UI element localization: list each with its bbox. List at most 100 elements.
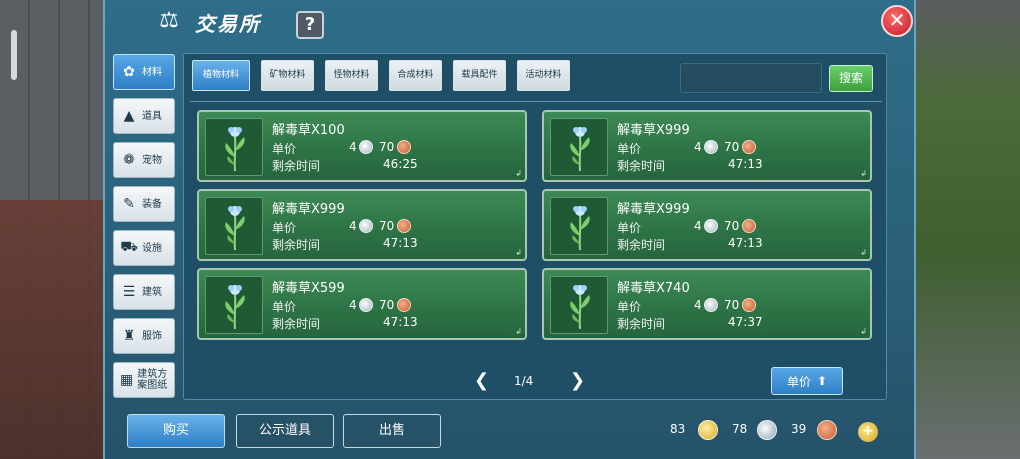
unit-price-label: 单价 [617,300,642,314]
corner-mark-icon: ↲ [860,169,867,178]
listing-card[interactable]: 解毒草X999 单价 4 70 剩余时间 47:13 ↲ [542,110,872,182]
silver-price: 4 [349,298,357,312]
herb-icon [205,197,263,255]
remaining-time: 47:13 [383,315,418,329]
subcategory-tabs: 植物材料 矿物材料 怪物材料 合成材料 载具配件 活动材料 [192,60,570,91]
copper-price: 70 [379,219,395,233]
tab-5[interactable]: 活动材料 [517,60,570,91]
sidebar-item-2[interactable]: ❁ 宠物 [113,142,175,178]
public-items-button[interactable]: 公示道具 [236,414,334,448]
listing-card[interactable]: 解毒草X999 单价 4 70 剩余时间 47:13 ↲ [542,189,872,261]
copper-amount: 39 [791,422,807,436]
pagination: ❮ 1/4 ❯ [474,370,594,394]
sidebar-item-5[interactable]: ☰ 建筑 [113,274,175,310]
background-right [914,0,1020,459]
listing-card[interactable]: 解毒草X740 单价 4 70 剩余时间 47:37 ↲ [542,268,872,340]
tab-4[interactable]: 载具配件 [453,60,506,91]
silver-price: 4 [694,219,702,233]
search-button[interactable]: 搜索 [829,65,873,92]
close-button[interactable]: ✕ [881,5,913,37]
category-sidebar: ✿ 材料 ▲ 道具 ❁ 宠物 ✎ 装备 ⛟ 设施 ☰ 建筑 ♜ 服饰 ▦ 建筑方案图纸 [113,54,177,406]
add-currency-button[interactable]: + [858,422,878,442]
facility-icon: ⛟ [120,239,138,255]
remaining-time: 46:25 [383,157,418,171]
item-name: 解毒草X740 [617,281,690,296]
item-name: 解毒草X100 [272,123,345,138]
sidebar-item-0[interactable]: ✿ 材料 [113,54,175,90]
copper-coin-icon [397,298,411,312]
sort-label: 单价 [786,374,811,389]
sidebar-item-4[interactable]: ⛟ 设施 [113,230,175,266]
copper-coin-icon [742,298,756,312]
tab-2[interactable]: 怪物材料 [325,60,378,91]
copper-price: 70 [379,298,395,312]
unit-price-label: 单价 [617,142,642,156]
unit-price-label: 单价 [272,142,297,156]
sort-arrow-icon: ⬆ [816,374,828,388]
prev-page-button[interactable]: ❮ [474,370,489,391]
exchange-panel: ⚖ 交易所 ? ✕ ✿ 材料 ▲ 道具 ❁ 宠物 ✎ 装备 ⛟ 设施 ☰ 建筑 ♜ 服饰 ▦ 建筑方案图纸 植… [103,0,916,459]
sidebar-item-7[interactable]: ▦ 建筑方案图纸 [113,362,175,398]
copper-price: 70 [724,298,740,312]
herb-icon [550,276,608,334]
divider [190,101,882,102]
remaining-time: 47:13 [728,236,763,250]
sidebar-item-label: 宠物 [142,154,162,166]
silver-price: 4 [349,140,357,154]
listing-card[interactable]: 解毒草X100 单价 4 70 剩余时间 46:25 ↲ [197,110,527,182]
listing-card[interactable]: 解毒草X599 单价 4 70 剩余时间 47:13 ↲ [197,268,527,340]
sidebar-item-label: 装备 [142,198,162,210]
copper-coin-icon [742,140,756,154]
sidebar-item-label: 建筑 [142,286,162,298]
copper-price: 70 [379,140,395,154]
corner-mark-icon: ↲ [515,169,522,178]
silver-coin-icon [704,219,718,233]
silver-price: 4 [694,298,702,312]
tab-3[interactable]: 合成材料 [389,60,442,91]
item-name: 解毒草X999 [617,123,690,138]
sort-by-unit-price-button[interactable]: 单价 ⬆ [771,367,843,395]
corner-mark-icon: ↲ [860,327,867,336]
herb-icon [205,118,263,176]
copper-coin-icon [397,219,411,233]
silver-coin-icon [359,298,373,312]
sidebar-item-label: 材料 [142,66,162,78]
sidebar-item-1[interactable]: ▲ 道具 [113,98,175,134]
copper-price: 70 [724,219,740,233]
building-icon: ☰ [122,284,136,300]
listing-card[interactable]: 解毒草X999 单价 4 70 剩余时间 47:13 ↲ [197,189,527,261]
silver-price: 4 [694,140,702,154]
remaining-time-label: 剩余时间 [617,317,666,331]
sidebar-item-6[interactable]: ♜ 服饰 [113,318,175,354]
herb-icon [550,118,608,176]
bottom-bar: 购买 公示道具 出售 83 78 39 + [105,404,914,459]
tab-1[interactable]: 矿物材料 [261,60,314,91]
silver-coin-icon [704,140,718,154]
remaining-time-label: 剩余时间 [272,317,321,331]
herb-icon [550,197,608,255]
copper-coin-icon [817,420,837,440]
equipment-icon: ✎ [123,196,135,212]
blueprint-icon: ▦ [120,372,134,388]
copper-price: 70 [724,140,740,154]
silver-coin-icon [757,420,777,440]
item-name: 解毒草X599 [272,281,345,296]
silver-amount: 78 [732,422,748,436]
help-button[interactable]: ? [296,11,324,39]
item-name: 解毒草X999 [617,202,690,217]
silver-price: 4 [349,219,357,233]
silver-coin-icon [704,298,718,312]
buy-button[interactable]: 购买 [127,414,225,448]
next-page-button[interactable]: ❯ [570,370,585,391]
page-indicator: 1/4 [514,374,534,388]
scroll-handle[interactable] [11,30,17,80]
tab-0[interactable]: 植物材料 [192,60,250,91]
sell-button[interactable]: 出售 [343,414,441,448]
item-name: 解毒草X999 [272,202,345,217]
sidebar-item-3[interactable]: ✎ 装备 [113,186,175,222]
corner-mark-icon: ↲ [515,327,522,336]
remaining-time-label: 剩余时间 [272,159,321,173]
search-input[interactable] [680,63,822,93]
background-roof [0,200,104,459]
sidebar-item-label: 设施 [142,242,162,254]
